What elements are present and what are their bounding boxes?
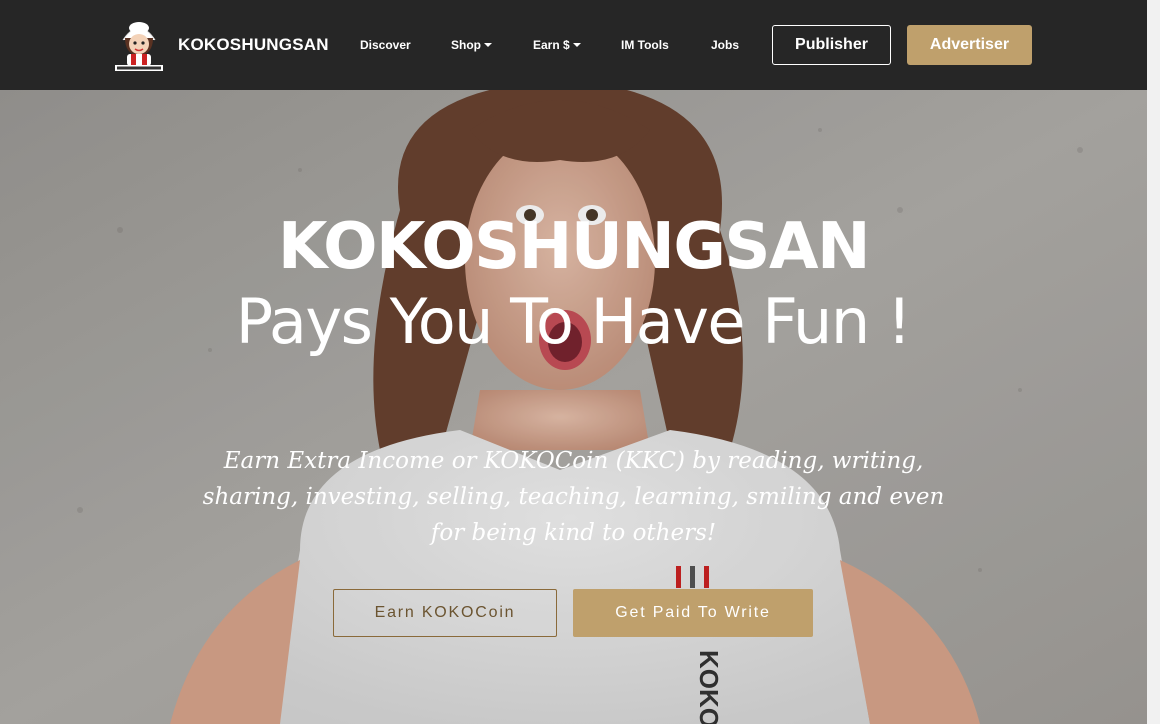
advertiser-button[interactable]: Advertiser bbox=[907, 25, 1032, 65]
nav-item-im-tools[interactable]: IM Tools bbox=[621, 38, 669, 52]
mascot-logo-icon[interactable] bbox=[113, 18, 165, 72]
hero-subtitle: Pays You To Have Fun ! bbox=[235, 285, 912, 358]
navbar: KOKOSHUNGSAN Discover Shop Earn $ IM Too… bbox=[0, 0, 1147, 90]
nav-item-label: Discover bbox=[360, 38, 411, 52]
publisher-button[interactable]: Publisher bbox=[772, 25, 891, 65]
nav-item-label: Shop bbox=[451, 38, 481, 52]
caret-down-icon bbox=[572, 43, 581, 47]
brand-name[interactable]: KOKOSHUNGSAN bbox=[178, 35, 329, 55]
scrollbar[interactable] bbox=[1147, 0, 1160, 724]
hero-title: KOKOSHUNGSAN bbox=[277, 210, 871, 284]
nav-item-earn[interactable]: Earn $ bbox=[533, 38, 581, 52]
caret-down-icon bbox=[484, 43, 492, 47]
hero-section: KOKOS KOKOSHUNGSAN Pays You To Have Fun … bbox=[0, 90, 1147, 724]
nav-item-label: IM Tools bbox=[621, 38, 669, 52]
nav-item-label: Jobs bbox=[711, 38, 740, 52]
page: KOKOSHUNGSAN Discover Shop Earn $ IM Too… bbox=[0, 0, 1147, 724]
nav-item-label: Earn $ bbox=[533, 38, 570, 52]
get-paid-to-write-button[interactable]: Get Paid To Write bbox=[573, 589, 813, 637]
nav-item-discover[interactable]: Discover bbox=[360, 38, 411, 52]
hero-description: Earn Extra Income or KOKOCoin (KKC) by r… bbox=[202, 448, 945, 546]
earn-kokocoin-button[interactable]: Earn KOKOCoin bbox=[333, 589, 557, 637]
nav-item-jobs[interactable]: Jobs bbox=[711, 38, 739, 52]
nav-item-shop[interactable]: Shop bbox=[451, 38, 492, 52]
